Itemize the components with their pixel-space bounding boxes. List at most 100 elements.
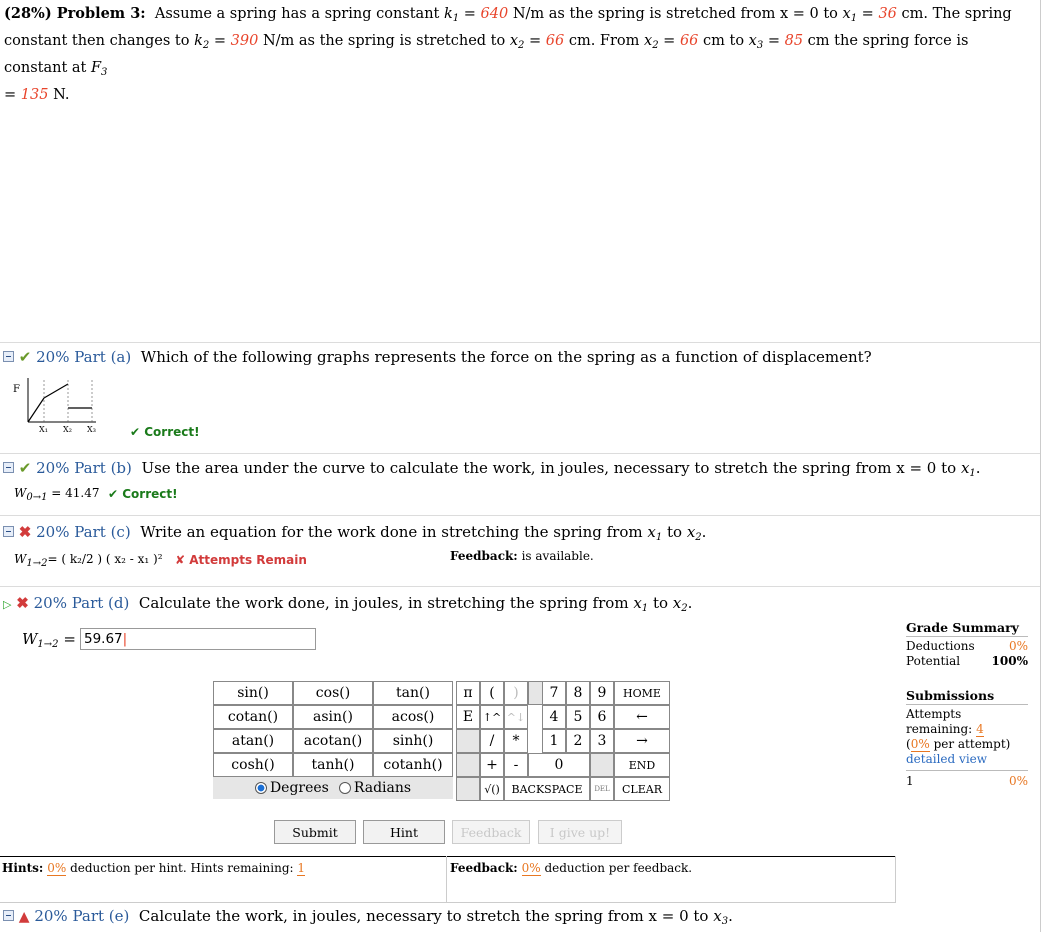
give-up-button[interactable]: I give up! xyxy=(538,820,622,844)
backspace-key[interactable]: BACKSPACE xyxy=(504,777,590,801)
right-border xyxy=(1040,0,1041,932)
answer-input[interactable]: 59.67| xyxy=(80,628,316,650)
acos-button[interactable]: acos() xyxy=(373,705,453,729)
degrees-radio[interactable]: Degrees xyxy=(254,780,329,796)
left-arrow-key[interactable]: ← xyxy=(614,705,670,729)
cosh-button[interactable]: cosh() xyxy=(213,753,293,777)
e-key[interactable]: E xyxy=(456,705,480,729)
feedback-bar: Feedback: 0% deduction per feedback. xyxy=(450,861,693,876)
feedback-bar-text: deduction per feedback. xyxy=(544,861,693,875)
end-key[interactable]: END xyxy=(614,753,670,777)
part-c-question: Write an equation for the work done in s… xyxy=(140,523,643,541)
hint-button[interactable]: Hint xyxy=(363,820,445,844)
to-text: to xyxy=(823,6,838,22)
clear-key[interactable]: CLEAR xyxy=(614,777,670,801)
key-9[interactable]: 9 xyxy=(590,681,614,705)
pi-key[interactable]: π xyxy=(456,681,480,705)
bar-right-rule xyxy=(895,856,896,902)
sinh-button[interactable]: sinh() xyxy=(373,729,453,753)
part-a-question: Which of the following graphs represents… xyxy=(140,348,872,366)
minus-key[interactable]: - xyxy=(504,753,528,777)
tanh-button[interactable]: tanh() xyxy=(293,753,373,777)
part-d-header[interactable]: ▷ ✖ 20% Part (d) Calculate the work done… xyxy=(3,594,692,614)
check-icon: ✔ xyxy=(18,348,32,366)
key-2[interactable]: 2 xyxy=(566,729,590,753)
power-key[interactable]: ↑^ xyxy=(480,705,504,729)
x2-sub: 2 xyxy=(518,40,525,51)
asin-button[interactable]: asin() xyxy=(293,705,373,729)
x3-value: 85 xyxy=(784,33,804,49)
key-6[interactable]: 6 xyxy=(590,705,614,729)
part-e-header[interactable]: ▲ 20% Part (e) Calculate the work, in jo… xyxy=(3,907,733,927)
acotan-button[interactable]: acotan() xyxy=(293,729,373,753)
sqrt-key[interactable]: √() xyxy=(480,777,504,801)
multiply-key[interactable]: * xyxy=(504,729,528,753)
feedback-pct: 0% xyxy=(521,861,541,876)
degrees-label: Degrees xyxy=(269,780,329,796)
bars-top-rule xyxy=(0,856,896,857)
key-8[interactable]: 8 xyxy=(566,681,590,705)
bar-divider xyxy=(446,856,447,902)
x0: x = 0 xyxy=(779,6,819,22)
cotan-button[interactable]: cotan() xyxy=(213,705,293,729)
collapse-icon[interactable] xyxy=(3,351,14,362)
part-c-feedback[interactable]: Feedback: is available. xyxy=(450,549,594,563)
collapse-icon[interactable] xyxy=(3,462,14,473)
del-key[interactable]: DEL xyxy=(590,777,614,801)
x1-symbol: x xyxy=(842,6,851,22)
feedback-button[interactable]: Feedback xyxy=(452,820,530,844)
part-b-xsub: 1 xyxy=(969,468,976,479)
part-e-question: Calculate the work, in joules, necessary… xyxy=(138,907,644,925)
key-5[interactable]: 5 xyxy=(566,705,590,729)
deductions-value: 0% xyxy=(1008,639,1028,653)
lparen-key[interactable]: ( xyxy=(480,681,504,705)
part-d-answer-label: W1→2 = xyxy=(22,630,76,650)
radians-label: Radians xyxy=(353,780,412,796)
part-b-header[interactable]: ✔ 20% Part (b) Use the area under the cu… xyxy=(3,459,981,479)
x1-value: 36 xyxy=(878,6,897,22)
f3-value: 135 xyxy=(20,87,49,103)
blank-key xyxy=(456,777,480,801)
key-4[interactable]: 4 xyxy=(542,705,566,729)
part-a-header[interactable]: ✔ 20% Part (a) Which of the following gr… xyxy=(3,348,872,366)
atan-button[interactable]: atan() xyxy=(213,729,293,753)
divide-key[interactable]: / xyxy=(480,729,504,753)
home-key[interactable]: HOME xyxy=(614,681,670,705)
potential-value: 100% xyxy=(991,654,1028,668)
power-down-key[interactable]: ^↓ xyxy=(504,705,528,729)
part-c-status: ✘ Attempts Remain xyxy=(175,553,307,567)
rparen-key[interactable]: ) xyxy=(504,681,528,705)
right-arrow-key[interactable]: → xyxy=(614,729,670,753)
part-c-equation: = ( k₂/2 ) ( x₂ - x₁ )² xyxy=(47,552,163,566)
blank-key xyxy=(456,729,480,753)
expand-arrow-icon[interactable]: ▷ xyxy=(3,598,11,611)
k2-value: 390 xyxy=(230,33,259,49)
attempts-value: 4 xyxy=(976,722,984,737)
cotanh-button[interactable]: cotanh() xyxy=(373,753,453,777)
detailed-view-link[interactable]: detailed view xyxy=(906,752,987,766)
w-sub: 1→2 xyxy=(37,639,59,650)
force-graph: F X₁ X₂ X₃ xyxy=(10,372,120,438)
k1-sub: 1 xyxy=(452,13,460,24)
radians-radio[interactable]: Radians xyxy=(338,780,412,796)
graph-x1-label: X₁ xyxy=(39,425,48,434)
key-3[interactable]: 3 xyxy=(590,729,614,753)
collapse-icon[interactable] xyxy=(3,526,14,537)
key-0[interactable]: 0 xyxy=(528,753,590,777)
tan-button[interactable]: tan() xyxy=(373,681,453,705)
part-a-title: 20% Part (a) xyxy=(36,348,132,366)
submit-button[interactable]: Submit xyxy=(274,820,356,844)
k2-sub: 2 xyxy=(202,40,210,51)
key-7[interactable]: 7 xyxy=(542,681,566,705)
key-1[interactable]: 1 xyxy=(542,729,566,753)
part-c-header[interactable]: ✖ 20% Part (c) Write an equation for the… xyxy=(3,523,706,543)
plus-key[interactable]: + xyxy=(480,753,504,777)
warning-icon: ▲ xyxy=(18,909,30,925)
part-b-title: 20% Part (b) xyxy=(36,459,132,477)
cos-button[interactable]: cos() xyxy=(293,681,373,705)
collapse-icon[interactable] xyxy=(3,910,14,921)
sin-button[interactable]: sin() xyxy=(213,681,293,705)
per-attempt-pct: 0% xyxy=(910,737,930,752)
part-b-to: to xyxy=(941,459,957,477)
cm-to: cm to xyxy=(703,33,745,49)
